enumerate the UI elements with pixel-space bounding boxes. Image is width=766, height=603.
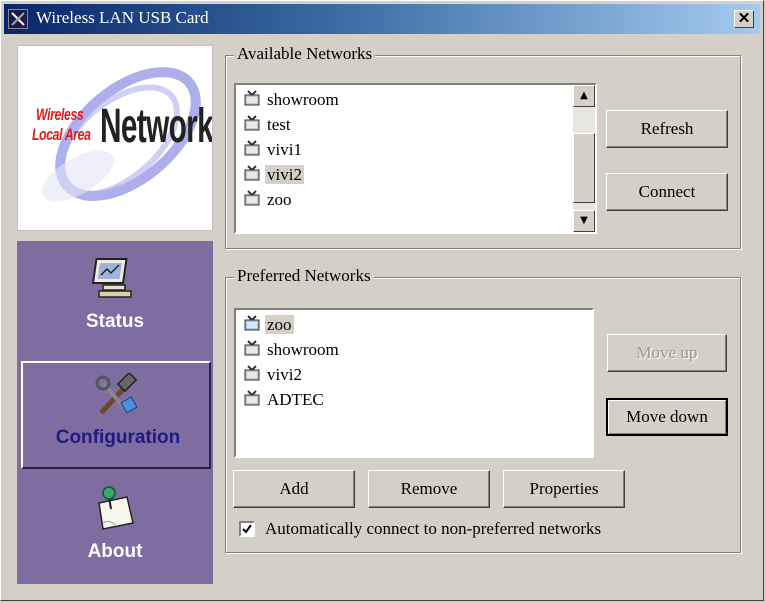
preferred-networks-title: Preferred Networks xyxy=(234,266,374,286)
network-name: vivi1 xyxy=(267,140,302,159)
network-icon xyxy=(242,339,264,359)
nav-panel: Status Configuration About xyxy=(17,241,213,584)
remove-button[interactable]: Remove xyxy=(368,470,490,508)
list-item-selected[interactable]: vivi2 xyxy=(242,164,304,189)
scroll-thumb[interactable] xyxy=(573,133,595,203)
network-name: showroom xyxy=(267,90,339,109)
list-item-selected[interactable]: zoo xyxy=(242,314,294,339)
list-item[interactable]: vivi2 xyxy=(242,364,304,389)
available-list-scrollbar[interactable]: ▲ ▼ xyxy=(573,85,595,232)
available-networks-title: Available Networks xyxy=(234,44,376,64)
nav-item-status[interactable]: Status xyxy=(17,241,213,353)
nav-item-about[interactable]: About xyxy=(17,471,213,583)
move-down-button[interactable]: Move down xyxy=(606,398,728,436)
note-pin-icon xyxy=(89,483,139,531)
window-title: Wireless LAN USB Card xyxy=(36,8,209,27)
available-networks-group: Available Networks showroom test vivi1 v… xyxy=(225,44,741,249)
network-name: vivi2 xyxy=(267,365,302,384)
list-item[interactable]: ADTEC xyxy=(242,389,326,414)
preferred-networks-group: Preferred Networks zoo showroom vivi2 AD… xyxy=(225,266,741,553)
connect-button[interactable]: Connect xyxy=(606,173,728,211)
app-window: Wireless LAN USB Card ✕ Wireless Local A… xyxy=(0,0,764,601)
network-icon xyxy=(242,89,264,109)
brand-logo: Wireless Local Area Network xyxy=(17,45,213,231)
checkmark-icon xyxy=(242,524,252,534)
logo-text-network: Network xyxy=(100,100,213,153)
list-item[interactable]: zoo xyxy=(242,189,294,214)
nav-label-about: About xyxy=(87,541,143,562)
network-name: ADTEC xyxy=(267,390,324,409)
tools-icon xyxy=(91,371,141,421)
network-icon xyxy=(242,389,264,409)
auto-connect-label[interactable]: Automatically connect to non-preferred n… xyxy=(265,519,601,539)
app-icon xyxy=(8,9,28,29)
nav-item-configuration[interactable]: Configuration xyxy=(21,361,211,469)
close-button[interactable]: ✕ xyxy=(734,10,754,28)
network-icon xyxy=(242,364,264,384)
network-icon xyxy=(242,189,264,209)
available-networks-list[interactable]: showroom test vivi1 vivi2 zoo ▲ ▼ xyxy=(234,83,597,234)
move-up-label: Move up xyxy=(636,343,698,362)
auto-connect-checkbox[interactable] xyxy=(239,521,255,537)
add-button[interactable]: Add xyxy=(233,470,355,508)
scroll-up-button[interactable]: ▲ xyxy=(573,85,595,107)
list-item[interactable]: test xyxy=(242,114,293,139)
nav-label-status: Status xyxy=(85,311,145,332)
title-bar[interactable]: Wireless LAN USB Card ✕ xyxy=(4,4,760,34)
triangle-up-icon: ▲ xyxy=(580,90,588,101)
network-name: zoo xyxy=(265,315,294,334)
list-item[interactable]: vivi1 xyxy=(242,139,304,164)
move-up-button[interactable]: Move up xyxy=(607,334,727,372)
remove-label: Remove xyxy=(400,479,458,498)
network-icon xyxy=(242,164,264,184)
preferred-networks-list[interactable]: zoo showroom vivi2 ADTEC xyxy=(234,308,594,458)
logo-text-local-area: Local Area xyxy=(32,125,91,144)
triangle-down-icon: ▼ xyxy=(580,215,588,226)
refresh-label: Refresh xyxy=(640,119,694,138)
network-name: test xyxy=(267,115,291,134)
network-icon xyxy=(242,139,264,159)
properties-button[interactable]: Properties xyxy=(503,470,625,508)
network-name: zoo xyxy=(267,190,292,209)
properties-label: Properties xyxy=(529,479,599,498)
logo-text-wireless: Wireless xyxy=(36,105,84,124)
connect-label: Connect xyxy=(638,182,696,201)
close-icon: ✕ xyxy=(737,10,751,27)
list-item[interactable]: showroom xyxy=(242,89,341,114)
scroll-down-button[interactable]: ▼ xyxy=(573,210,595,232)
monitor-icon xyxy=(89,255,139,303)
add-label: Add xyxy=(279,479,309,498)
list-item[interactable]: showroom xyxy=(242,339,341,364)
move-down-label: Move down xyxy=(626,407,708,426)
nav-label-configuration: Configuration xyxy=(55,427,181,448)
network-icon xyxy=(242,314,264,334)
network-name: vivi2 xyxy=(265,165,304,184)
network-icon xyxy=(242,114,264,134)
refresh-button[interactable]: Refresh xyxy=(606,110,728,148)
network-name: showroom xyxy=(267,340,339,359)
